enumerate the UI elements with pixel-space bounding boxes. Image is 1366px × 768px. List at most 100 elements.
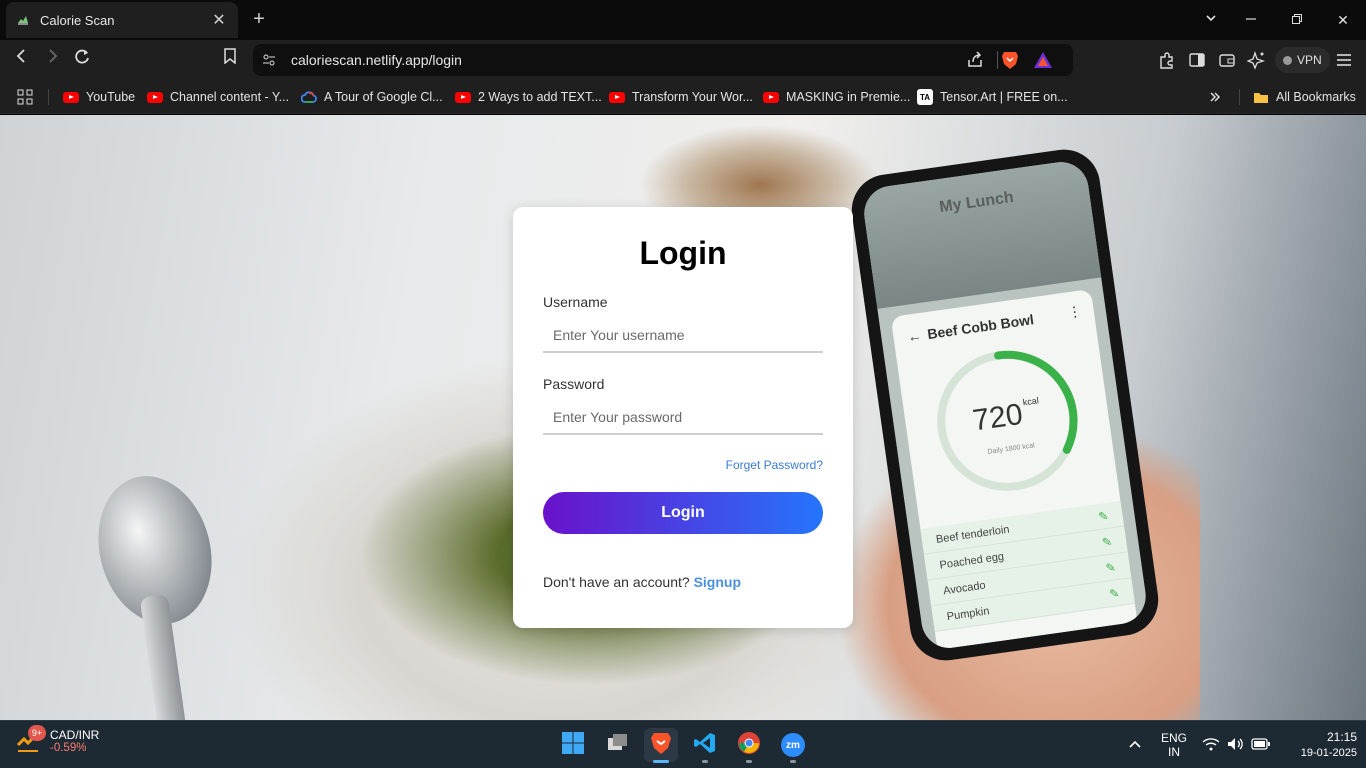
region-code: IN xyxy=(1168,745,1180,759)
forgot-password-link[interactable]: Forget Password? xyxy=(726,458,823,472)
apps-grid-icon[interactable] xyxy=(17,87,33,107)
ticker-change: -0.59% xyxy=(50,742,87,754)
bookmark-channel-content[interactable]: Channel content - Y... xyxy=(147,87,289,107)
bookmark-google-cloud-tour[interactable]: A Tour of Google Cl... xyxy=(301,87,443,107)
restore-window-button[interactable] xyxy=(1285,8,1309,32)
tab-strip: Calorie Scan ✕ + ✕ xyxy=(0,0,1366,40)
wallet-icon[interactable] xyxy=(1217,50,1237,70)
bookmark-add-text[interactable]: 2 Ways to add TEXT... xyxy=(455,87,602,107)
show-hidden-icons-chevron-icon[interactable] xyxy=(1127,737,1143,754)
bookmark-tensor-art[interactable]: TA Tensor.Art | FREE on... xyxy=(917,87,1068,107)
ingredient-list: Beef tenderloin ✎ Poached egg ✎ Avocado ✎ P… xyxy=(920,500,1135,632)
new-tab-button[interactable]: + xyxy=(248,8,270,30)
ingredient-name: Pumpkin xyxy=(946,604,991,623)
google-cloud-icon xyxy=(301,91,317,103)
edit-pencil-icon: ✎ xyxy=(1101,534,1113,550)
extensions-puzzle-icon[interactable] xyxy=(1157,50,1177,70)
sidebar-toggle-icon[interactable] xyxy=(1187,50,1207,70)
brave-shields-icon[interactable] xyxy=(1001,50,1019,70)
taskbar-brave-browser[interactable] xyxy=(644,728,678,763)
chrome-icon xyxy=(737,731,761,760)
reload-button[interactable] xyxy=(70,48,94,72)
active-app-indicator xyxy=(653,760,669,763)
youtube-icon xyxy=(147,91,163,103)
bookmark-label: Tensor.Art | FREE on... xyxy=(940,90,1068,104)
bookmark-label: YouTube xyxy=(86,90,136,104)
vpn-label: VPN xyxy=(1297,53,1322,67)
bookmark-label: A Tour of Google Cl... xyxy=(324,90,443,104)
brave-rewards-icon[interactable] xyxy=(1033,51,1053,69)
all-bookmarks-label: All Bookmarks xyxy=(1276,90,1356,104)
menu-hamburger-icon[interactable] xyxy=(1334,50,1354,70)
vpn-status-dot-icon xyxy=(1283,55,1292,65)
bookmark-page-icon[interactable] xyxy=(218,48,242,72)
site-info-icon[interactable] xyxy=(261,52,277,68)
edit-pencil-icon: ✎ xyxy=(1108,585,1121,601)
calorie-ring: 720kcal Daily 1800 kcal xyxy=(923,336,1092,505)
battery-icon[interactable] xyxy=(1251,737,1271,754)
more-bookmarks-chevron-icon[interactable] xyxy=(1208,87,1222,107)
address-bar[interactable]: caloriescan.netlify.app/login xyxy=(253,44,1073,76)
close-tab-icon[interactable]: ✕ xyxy=(210,10,228,30)
url-text[interactable]: caloriescan.netlify.app/login xyxy=(291,52,462,68)
ingredient-name: Poached egg xyxy=(938,550,1005,572)
bookmark-youtube[interactable]: YouTube xyxy=(63,87,135,107)
bookmark-masking-premiere[interactable]: MASKING in Premie... xyxy=(763,87,910,107)
calorie-unit: kcal xyxy=(1022,395,1040,408)
password-input[interactable] xyxy=(543,401,823,435)
ticker-widget[interactable]: 9+ CAD/INR -0.59% xyxy=(14,725,100,755)
bookmark-label: MASKING in Premie... xyxy=(786,90,911,104)
login-card: Login Username Password Forget Password?… xyxy=(513,207,853,628)
bookmark-transform-your-work[interactable]: Transform Your Wor... xyxy=(609,87,753,107)
youtube-icon xyxy=(63,91,79,103)
volume-icon[interactable] xyxy=(1226,736,1244,755)
taskbar-zoom[interactable]: zm xyxy=(776,728,810,763)
bookmarks-divider xyxy=(48,89,49,105)
password-label: Password xyxy=(543,376,605,392)
taskbar-chrome[interactable] xyxy=(732,728,766,763)
wifi-icon[interactable] xyxy=(1202,737,1220,754)
forward-button[interactable] xyxy=(40,48,64,72)
dish-name: Beef Cobb Bowl xyxy=(926,311,1035,343)
minimize-window-button[interactable] xyxy=(1239,8,1263,32)
clock-date: 19-01-2025 xyxy=(1300,747,1357,759)
signup-prompt: Don't have an account? xyxy=(543,574,690,590)
edit-pencil-icon: ✎ xyxy=(1104,559,1117,576)
zoom-icon: zm xyxy=(781,733,805,757)
signup-row: Don't have an account? Signup xyxy=(543,574,741,590)
login-button[interactable]: Login xyxy=(543,492,823,534)
page-viewport: My Lunch ← Beef Cobb Bowl ⋮ 720kcal Dail… xyxy=(0,115,1366,720)
tab-title: Calorie Scan xyxy=(40,12,115,28)
windows-logo-icon xyxy=(561,731,585,760)
omnibox-divider xyxy=(997,51,998,69)
share-icon[interactable] xyxy=(965,50,985,70)
taskbar-vscode[interactable] xyxy=(688,728,722,763)
tab-search-chevron-down-icon[interactable] xyxy=(1199,8,1223,32)
input-language-indicator[interactable]: ENG IN xyxy=(1158,731,1190,759)
signup-link[interactable]: Signup xyxy=(694,574,741,590)
start-button[interactable] xyxy=(556,728,590,762)
all-bookmarks-folder[interactable]: All Bookmarks xyxy=(1253,87,1356,107)
task-view-icon xyxy=(605,731,629,760)
calorie-scan-favicon-icon xyxy=(16,13,30,27)
bookmark-label: Transform Your Wor... xyxy=(632,90,753,104)
calorie-number: 720 xyxy=(970,397,1025,438)
vpn-button[interactable]: VPN xyxy=(1275,47,1330,73)
back-button[interactable] xyxy=(10,48,34,72)
username-input[interactable] xyxy=(543,319,823,353)
browser-toolbar: caloriescan.netlify.app/login VPN xyxy=(0,40,1366,80)
clock[interactable]: 21:15 19-01-2025 xyxy=(1285,730,1357,760)
close-window-button[interactable]: ✕ xyxy=(1331,8,1355,32)
bookmark-label: Channel content - Y... xyxy=(170,90,290,104)
task-view-button[interactable] xyxy=(600,728,634,762)
running-app-indicator xyxy=(790,760,796,763)
more-vert-icon: ⋮ xyxy=(1066,302,1083,321)
ticker-symbol: CAD/INR xyxy=(50,728,100,742)
phone-screen: My Lunch ← Beef Cobb Bowl ⋮ 720kcal Dail… xyxy=(860,158,1150,652)
username-label: Username xyxy=(543,294,608,310)
bookmark-label: 2 Ways to add TEXT... xyxy=(478,90,602,104)
bookmarks-bar: YouTube Channel content - Y... A Tour of… xyxy=(0,80,1366,114)
tensorart-icon: TA xyxy=(917,89,933,105)
browser-tab-active[interactable]: Calorie Scan ✕ xyxy=(6,2,238,38)
leo-ai-icon[interactable] xyxy=(1246,50,1267,70)
